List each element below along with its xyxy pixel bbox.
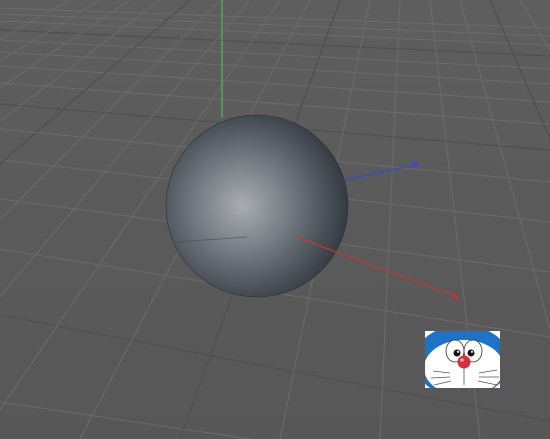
doraemon-thumbnail[interactable] bbox=[425, 331, 500, 388]
sphere-object[interactable] bbox=[165, 114, 349, 298]
3d-viewport[interactable] bbox=[0, 0, 550, 439]
doraemon-face-icon bbox=[425, 331, 500, 388]
